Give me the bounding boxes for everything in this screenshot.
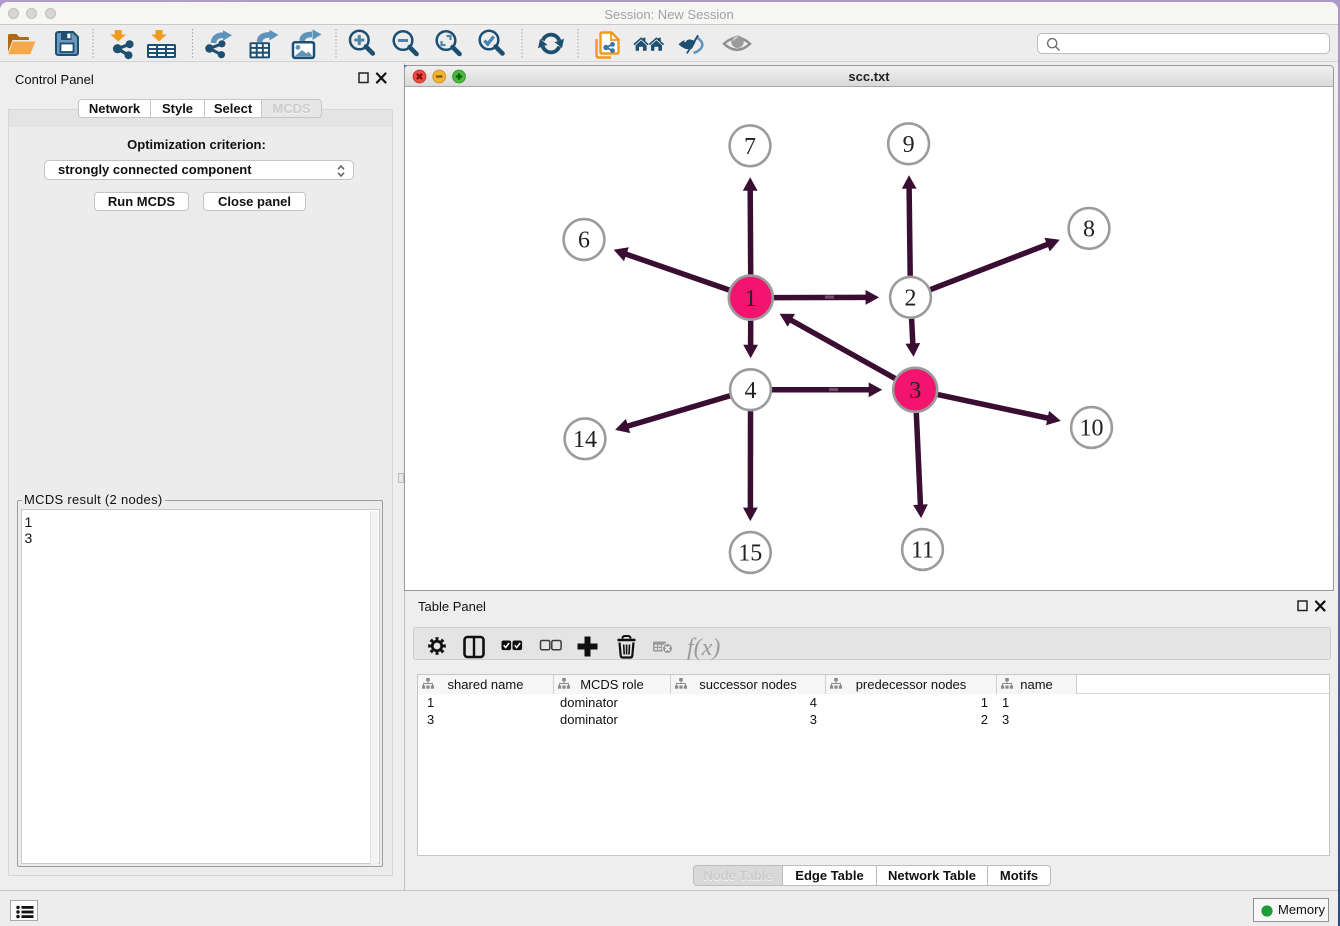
svg-text:11: 11 xyxy=(911,538,934,564)
svg-text:14: 14 xyxy=(573,427,597,453)
svg-text:3: 3 xyxy=(909,378,921,404)
svg-text:1: 1 xyxy=(745,286,757,312)
svg-text:8: 8 xyxy=(1083,217,1095,243)
svg-text:6: 6 xyxy=(578,228,590,254)
svg-text:4: 4 xyxy=(745,378,757,404)
svg-text:f(x): f(x) xyxy=(687,635,720,661)
svg-text:7: 7 xyxy=(744,134,756,160)
svg-text:9: 9 xyxy=(903,132,915,158)
svg-text:15: 15 xyxy=(738,541,762,567)
svg-text:2: 2 xyxy=(905,286,917,312)
svg-text:10: 10 xyxy=(1080,416,1104,442)
